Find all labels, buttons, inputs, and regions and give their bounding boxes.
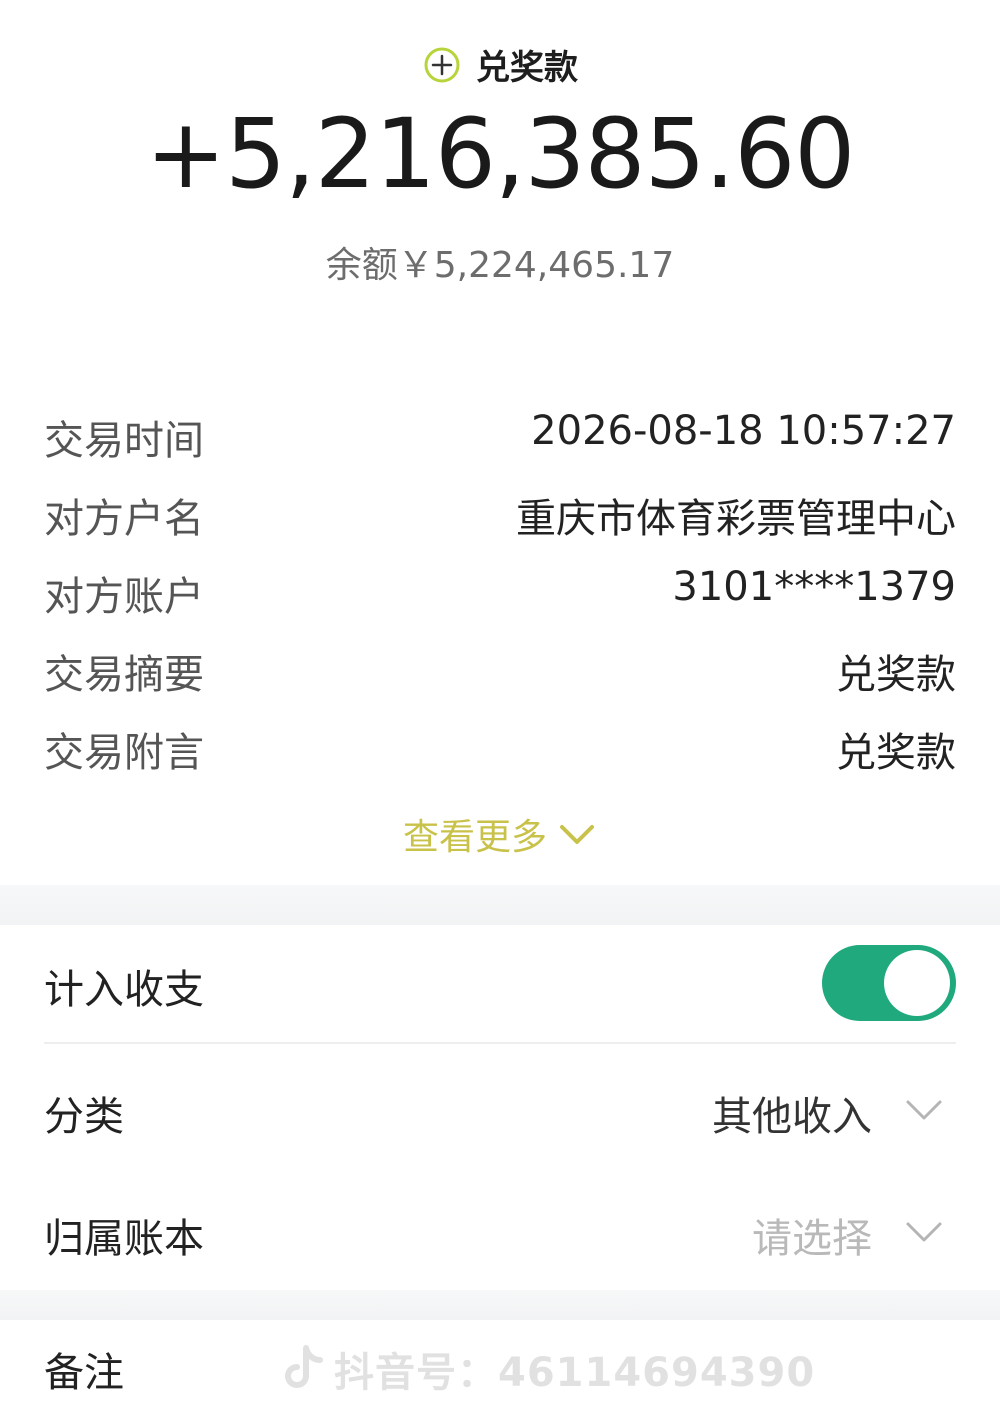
detail-label: 交易摘要 <box>44 652 204 698</box>
section-separator <box>0 1290 1000 1320</box>
row-divider <box>44 1042 956 1044</box>
ledger-placeholder: 请选择 <box>752 1216 872 1262</box>
transaction-details: 交易时间 2026-08-18 10:57:27 对方户名 重庆市体育彩票管理中… <box>0 400 1000 790</box>
detail-label: 交易时间 <box>44 418 204 464</box>
transaction-header: 兑奖款 +5,216,385.60 余额￥5,224,465.17 <box>0 0 1000 330</box>
detail-label: 对方账户 <box>44 574 204 620</box>
transaction-title-row: 兑奖款 <box>0 40 1000 89</box>
detail-value: 兑奖款 <box>836 730 956 776</box>
note-label: 备注 <box>44 1350 124 1396</box>
detail-value: 2026-08-18 10:57:27 <box>531 408 956 454</box>
account-balance: 余额￥5,224,465.17 <box>325 245 675 286</box>
ledger-label: 归属账本 <box>44 1216 204 1262</box>
detail-label: 对方户名 <box>44 496 204 542</box>
transaction-amount: +5,216,385.60 <box>145 98 856 210</box>
toggle-knob <box>884 950 950 1016</box>
plus-circle-icon <box>424 47 460 82</box>
view-more-label: 查看更多 <box>402 817 547 858</box>
douyin-logo-icon <box>285 1345 323 1388</box>
section-separator <box>0 885 1000 925</box>
detail-label: 交易附言 <box>44 730 204 776</box>
category-label: 分类 <box>44 1094 124 1140</box>
detail-value: 兑奖款 <box>836 652 956 698</box>
category-row[interactable]: 分类 其他收入 <box>0 1046 1000 1166</box>
detail-row-time: 交易时间 2026-08-18 10:57:27 <box>0 400 1000 478</box>
chevron-down-icon <box>906 1222 942 1242</box>
detail-row-remark: 交易附言 兑奖款 <box>0 712 1000 790</box>
detail-row-summary: 交易摘要 兑奖款 <box>0 634 1000 712</box>
detail-value: 重庆市体育彩票管理中心 <box>516 496 956 542</box>
detail-row-payer-name: 对方户名 重庆市体育彩票管理中心 <box>0 478 1000 556</box>
chevron-down-icon <box>560 825 594 844</box>
chevron-down-icon <box>906 1100 942 1120</box>
view-more-button[interactable]: 查看更多 <box>0 808 1000 860</box>
watermark: 抖音号：46114694390 <box>282 1340 815 1398</box>
detail-row-payer-account: 对方账户 3101****1379 <box>0 556 1000 634</box>
detail-value: 3101****1379 <box>672 564 956 610</box>
category-value: 其他收入 <box>712 1094 872 1140</box>
transaction-type: 兑奖款 <box>476 48 578 88</box>
ledger-row[interactable]: 归属账本 请选择 <box>0 1168 1000 1288</box>
include-in-stats-toggle[interactable] <box>822 945 956 1021</box>
include-in-stats-label: 计入收支 <box>44 967 204 1013</box>
watermark-text: 抖音号：46114694390 <box>334 1350 816 1396</box>
